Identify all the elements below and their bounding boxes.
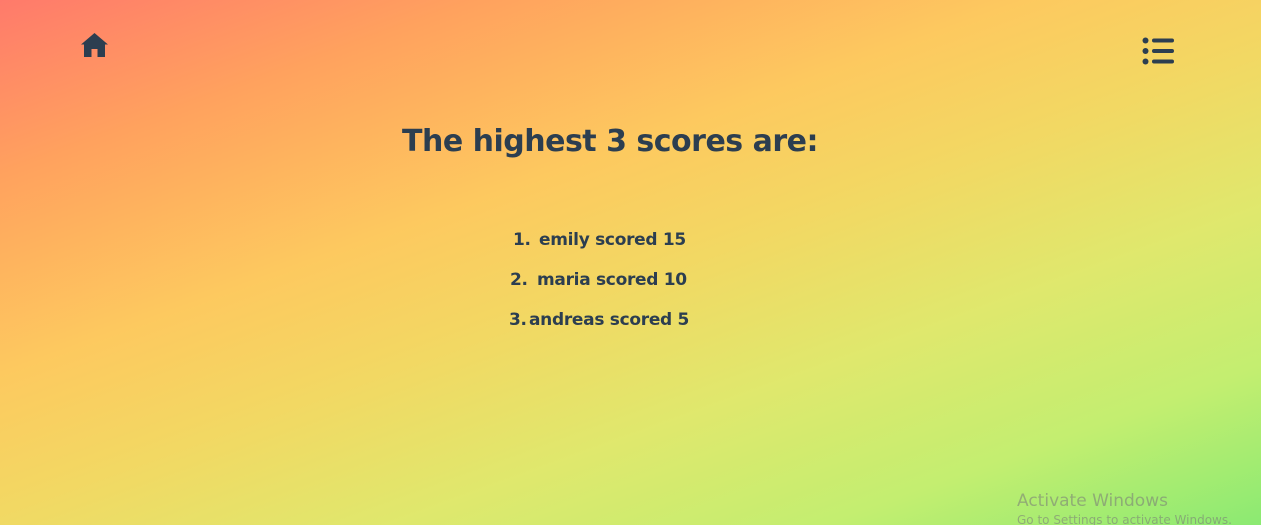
home-icon xyxy=(81,33,108,57)
page-title: The highest 3 scores are: xyxy=(402,124,818,159)
score-rank: 1. xyxy=(513,230,531,250)
score-list: 1. emily scored 15 2. maria scored 10 3. an… xyxy=(480,225,720,345)
score-item: 1. emily scored 15 xyxy=(480,225,720,265)
home-button[interactable] xyxy=(80,32,109,58)
score-item: 2. maria scored 10 xyxy=(480,265,720,305)
score-text: maria scored 10 xyxy=(537,270,687,290)
menu-button[interactable] xyxy=(1142,37,1175,65)
score-rank: 2. xyxy=(510,270,528,290)
score-item: 3. andreas scored 5 xyxy=(480,305,720,345)
watermark-subtitle: Go to Settings to activate Windows. xyxy=(1017,513,1232,525)
score-text: andreas scored 5 xyxy=(529,310,690,330)
watermark-title: Activate Windows xyxy=(1017,491,1168,511)
list-menu-icon xyxy=(1142,37,1174,65)
windows-activation-watermark: Activate Windows Go to Settings to activ… xyxy=(1017,490,1261,525)
score-rank: 3. xyxy=(509,310,527,330)
score-text: emily scored 15 xyxy=(539,230,686,250)
